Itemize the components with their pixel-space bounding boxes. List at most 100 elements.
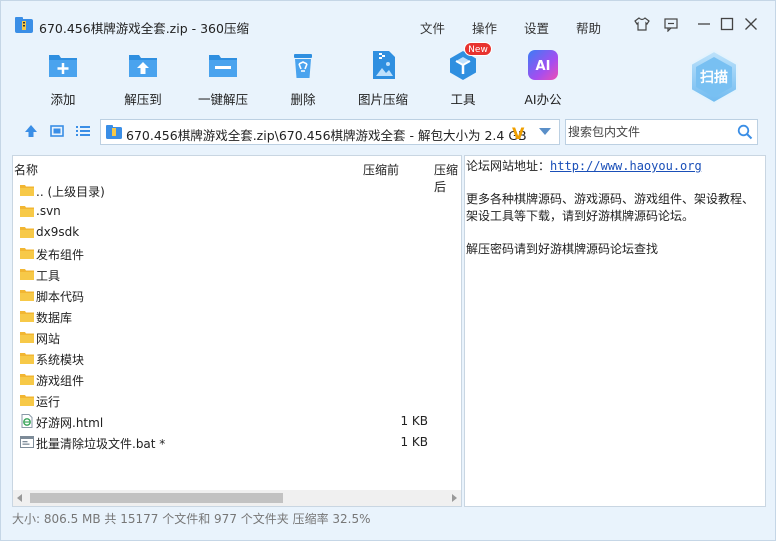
horizontal-scrollbar[interactable] xyxy=(13,490,461,506)
minimize-icon xyxy=(698,23,710,25)
image-compress-icon xyxy=(373,51,395,79)
search-icon[interactable] xyxy=(737,124,753,140)
zip-app-icon xyxy=(15,17,33,33)
scan-label: 扫描 xyxy=(700,70,728,86)
extract-to-button[interactable]: 解压到 xyxy=(103,49,183,109)
file-name: dx9sdk xyxy=(36,225,80,239)
add-icon xyxy=(49,55,77,77)
file-name: 批量清除垃圾文件.bat * xyxy=(36,437,166,451)
file-size: 1 KB xyxy=(400,414,428,428)
trash-icon xyxy=(294,54,312,78)
one-click-extract-button[interactable]: 一键解压 xyxy=(183,49,263,109)
address-path: 670.456棋牌游戏全套.zip\670.456棋牌游戏全套 - 解包大小为 … xyxy=(126,128,527,143)
window: 670.456棋牌游戏全套.zip - 360压缩 文件 操作 设置 帮助 添加 xyxy=(0,0,776,541)
search-input[interactable] xyxy=(568,122,732,142)
tools-button[interactable]: 工具 xyxy=(423,49,503,109)
archive-comment: 论坛网站地址：http://www.haoyou.org 更多各种棋牌源码、游戏… xyxy=(466,158,764,257)
extract-to-icon xyxy=(129,55,157,77)
file-row[interactable]: 批量清除垃圾文件.bat * 1 KB xyxy=(13,432,461,453)
folder-icon xyxy=(20,227,34,238)
add-label: 添加 xyxy=(50,92,76,107)
file-size: 1 KB xyxy=(400,435,428,449)
maximize-button[interactable] xyxy=(718,15,736,33)
file-row[interactable]: dx9sdk xyxy=(13,222,461,243)
scrollbar-thumb[interactable] xyxy=(30,493,283,503)
image-compress-button[interactable]: 图片压缩 xyxy=(343,49,423,109)
file-name: 网站 xyxy=(36,332,61,346)
search-box[interactable] xyxy=(565,119,758,145)
dropdown-arrow-icon[interactable] xyxy=(539,128,551,135)
folder-icon xyxy=(20,269,34,280)
menu-file[interactable]: 文件 xyxy=(420,18,445,37)
folder-icon xyxy=(20,185,34,196)
scroll-right-icon[interactable] xyxy=(452,494,457,502)
delete-label: 删除 xyxy=(290,92,316,107)
file-row[interactable]: 好游网.html 1 KB xyxy=(13,411,461,432)
close-button[interactable] xyxy=(742,15,760,33)
column-header-name[interactable]: 名称 xyxy=(14,161,38,178)
title-bar: 670.456棋牌游戏全套.zip - 360压缩 文件 操作 设置 帮助 xyxy=(1,1,775,41)
address-bar[interactable]: 670.456棋牌游戏全套.zip\670.456棋牌游戏全套 - 解包大小为 … xyxy=(100,119,560,145)
tools-label: 工具 xyxy=(450,92,476,107)
add-button[interactable]: 添加 xyxy=(23,49,103,109)
html-file-icon xyxy=(21,414,33,428)
ai-badge-text: AI xyxy=(536,59,551,74)
menu-settings[interactable]: 设置 xyxy=(524,18,549,37)
skin-button[interactable] xyxy=(633,15,651,33)
file-name: .svn xyxy=(36,204,61,218)
file-row[interactable]: 工具 xyxy=(13,264,461,285)
list-view-button[interactable] xyxy=(75,123,91,139)
file-name: 游戏组件 xyxy=(36,374,85,388)
one-click-extract-icon xyxy=(209,55,237,77)
comment-line3: 解压密码请到好游棋牌源码论坛查找 xyxy=(466,241,659,256)
folder-icon xyxy=(20,353,34,364)
ai-office-button[interactable]: AI AI办公 xyxy=(503,49,583,109)
comment-pane: 论坛网站地址：http://www.haoyou.org 更多各种棋牌源码、游戏… xyxy=(464,155,766,507)
folder-icon xyxy=(20,374,34,385)
message-icon xyxy=(664,18,678,32)
file-name: 脚本代码 xyxy=(36,290,85,304)
zip-file-icon xyxy=(106,125,122,139)
new-badge: New xyxy=(464,42,492,56)
extract-to-label: 解压到 xyxy=(124,92,162,107)
image-compress-label: 图片压缩 xyxy=(357,92,408,107)
file-row[interactable]: .svn xyxy=(13,201,461,222)
up-level-button[interactable] xyxy=(23,123,39,139)
maximize-icon xyxy=(720,17,734,31)
file-name: 数据库 xyxy=(36,311,73,325)
close-icon xyxy=(745,18,757,30)
file-row[interactable]: 发布组件 xyxy=(13,243,461,264)
folder-icon xyxy=(20,290,34,301)
menu-operations[interactable]: 操作 xyxy=(472,18,497,37)
chevron-down-icon[interactable]: V xyxy=(512,124,524,143)
file-row[interactable]: 网站 xyxy=(13,327,461,348)
column-header-compressed[interactable]: 压缩前 xyxy=(363,161,399,178)
file-row[interactable]: 系统模块 xyxy=(13,348,461,369)
file-row[interactable]: .. (上级目录) xyxy=(13,180,461,201)
status-bar: 大小: 806.5 MB 共 15177 个文件和 977 个文件夹 压缩率 3… xyxy=(12,512,371,526)
comment-line1-prefix: 论坛网站地址： xyxy=(466,159,551,173)
one-click-extract-label: 一键解压 xyxy=(197,92,248,107)
comment-line2: 更多各种棋牌源码、游戏源码、游戏组件、架设教程、架设工具等下载，请到好游棋牌源码… xyxy=(466,192,755,223)
file-row[interactable]: 运行 xyxy=(13,390,461,411)
delete-button[interactable]: 删除 xyxy=(263,49,343,109)
window-title: 670.456棋牌游戏全套.zip - 360压缩 xyxy=(39,21,249,36)
file-row[interactable]: 数据库 xyxy=(13,306,461,327)
file-name: 工具 xyxy=(36,269,61,283)
folder-icon xyxy=(20,395,34,406)
menu-help[interactable]: 帮助 xyxy=(576,18,601,37)
file-row[interactable]: 脚本代码 xyxy=(13,285,461,306)
folder-icon xyxy=(20,248,34,259)
thumbnail-view-button[interactable] xyxy=(49,123,65,139)
file-name: 发布组件 xyxy=(36,248,85,262)
bat-file-icon xyxy=(20,436,34,448)
scroll-left-icon[interactable] xyxy=(17,494,22,502)
folder-icon xyxy=(20,311,34,322)
file-list-pane[interactable]: 名称 压缩前 压缩后 .. (上级目录) .svn dx9sdk 发布组件 工具 脚本代码… xyxy=(12,155,462,507)
feedback-button[interactable] xyxy=(662,15,680,33)
file-name: 系统模块 xyxy=(36,353,85,367)
forum-link[interactable]: http://www.haoyou.org xyxy=(550,159,702,173)
shirt-icon xyxy=(634,17,650,31)
minimize-button[interactable] xyxy=(695,15,713,33)
file-row[interactable]: 游戏组件 xyxy=(13,369,461,390)
